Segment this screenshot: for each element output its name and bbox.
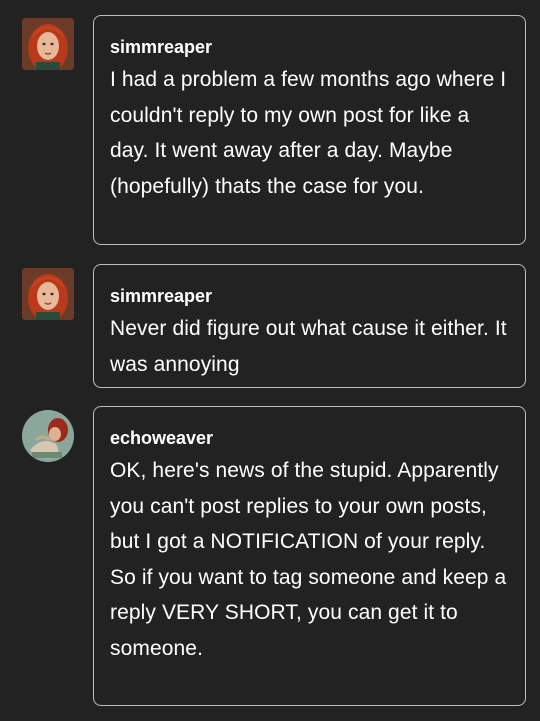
reply-bubble: simmreaper Never did figure out what cau… (93, 264, 526, 388)
reply-username[interactable]: simmreaper (110, 285, 509, 307)
reply-text: Never did figure out what cause it eithe… (110, 317, 507, 376)
reply-bubble: echoweaver OK, here's news of the stupid… (93, 406, 526, 706)
character-avatar-icon[interactable] (22, 410, 74, 462)
redhead-avatar-icon[interactable] (22, 18, 74, 70)
redhead-avatar-icon[interactable] (22, 268, 74, 320)
reply-username[interactable]: echoweaver (110, 427, 509, 449)
reply-text: OK, here's news of the stupid. Apparentl… (110, 459, 507, 660)
reply-bubble: simmreaper I had a problem a few months … (93, 15, 526, 245)
reply-username[interactable]: simmreaper (110, 36, 509, 58)
reply-thread: simmreaper I had a problem a few months … (0, 0, 540, 721)
reply-text: I had a problem a few months ago where I… (110, 68, 507, 198)
